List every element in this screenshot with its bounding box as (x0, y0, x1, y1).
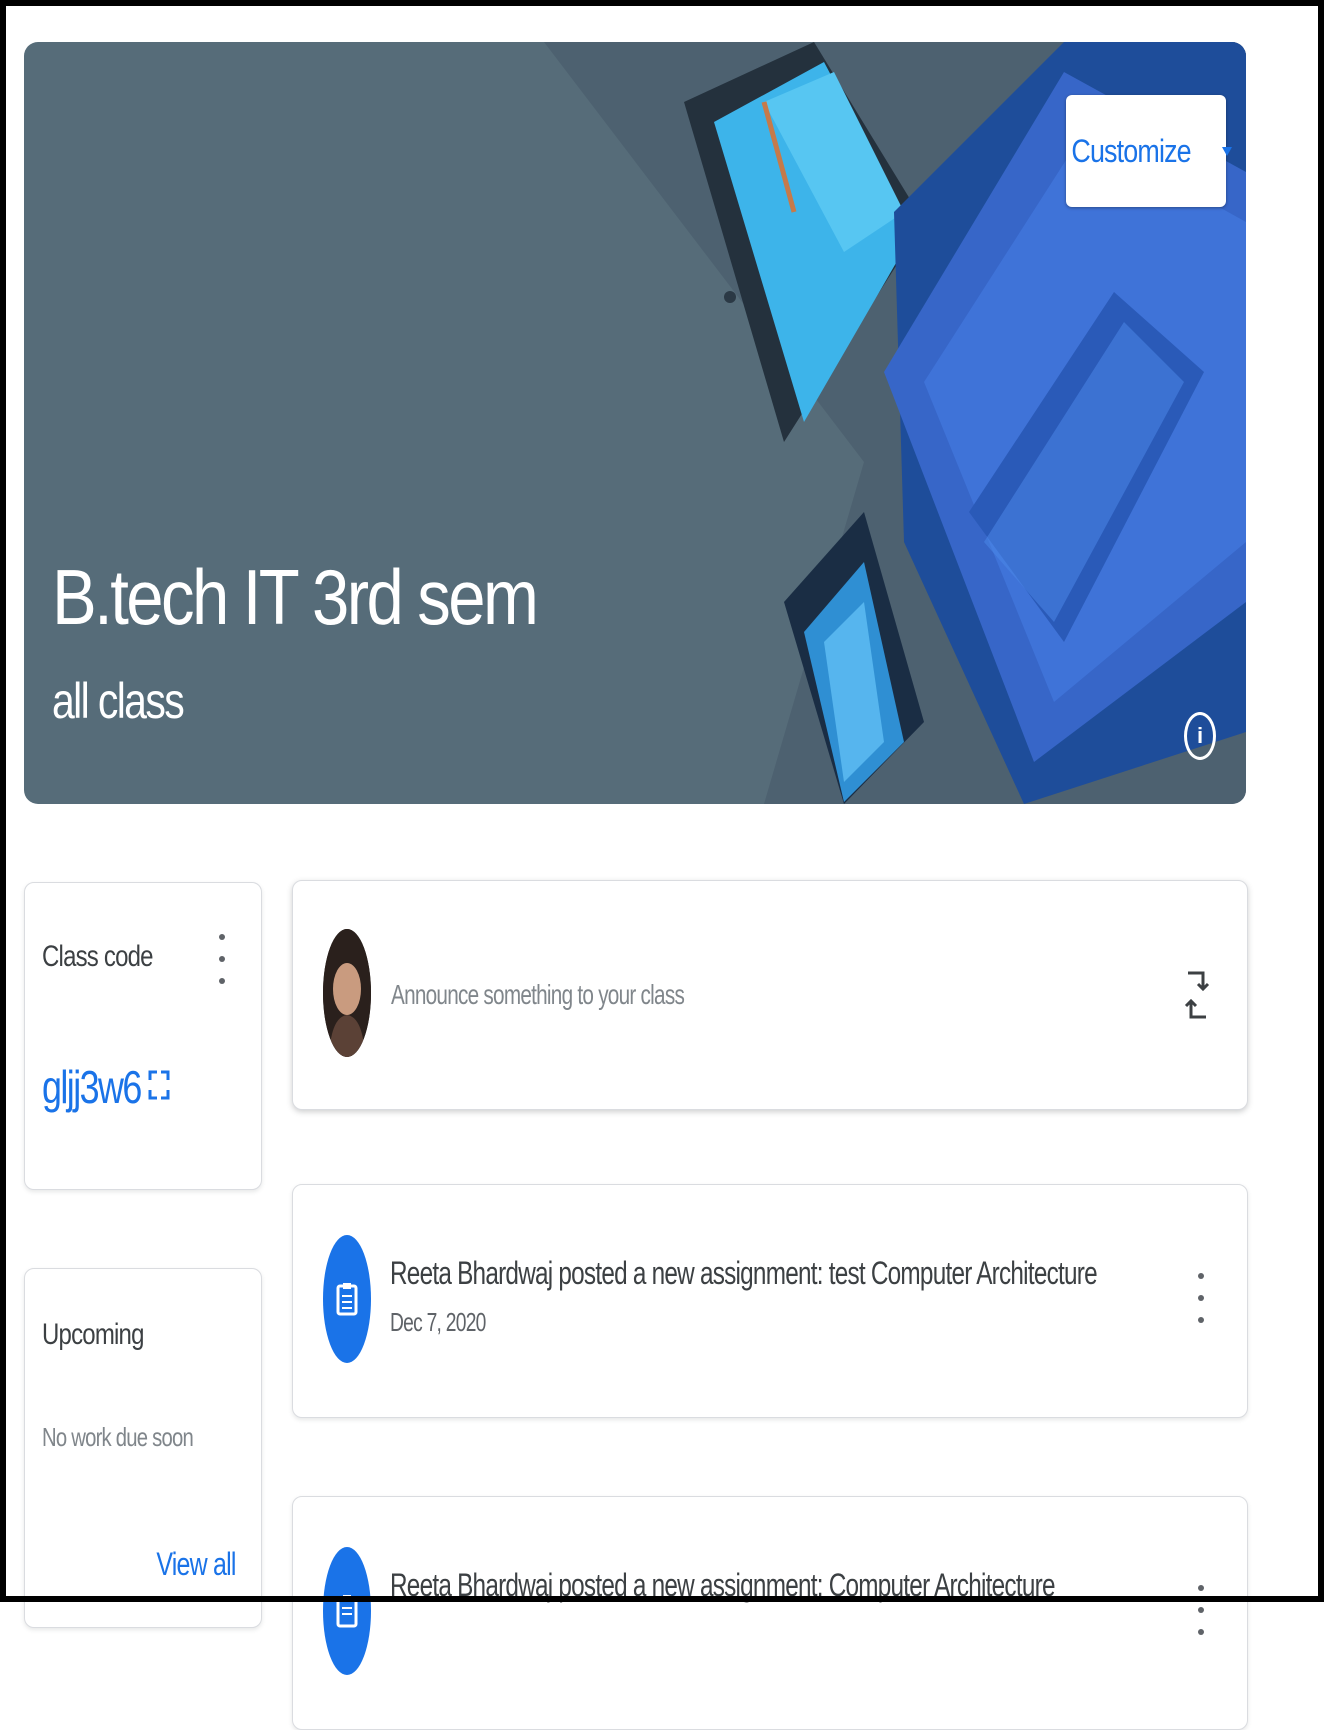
caret-down-icon (1222, 146, 1233, 156)
avatar (323, 929, 371, 1057)
view-all-link[interactable]: View all (157, 1546, 237, 1583)
customize-button[interactable]: Customize (1066, 95, 1233, 207)
stream-post[interactable]: Reeta Bhardwaj posted a new assignment: … (292, 1496, 1248, 1730)
upcoming-label: Upcoming (42, 1318, 144, 1351)
fullscreen-icon[interactable] (148, 1070, 170, 1100)
post-title[interactable]: Reeta Bhardwaj posted a new assignment: … (390, 1255, 1098, 1292)
banner-illustration (544, 42, 1246, 804)
class-code-value: gljj3w6 (42, 1061, 142, 1113)
customize-label: Customize (1071, 132, 1191, 169)
post-title[interactable]: Reeta Bhardwaj posted a new assignment: … (390, 1567, 1055, 1604)
post-date: Dec 7, 2020 (390, 1307, 486, 1337)
stream-post[interactable]: Reeta Bhardwaj posted a new assignment: … (292, 1184, 1248, 1418)
info-icon[interactable]: i (1184, 712, 1216, 760)
assignment-icon (323, 1235, 371, 1363)
more-vert-icon[interactable] (212, 934, 232, 984)
class-title: B.tech IT 3rd sem (52, 553, 539, 641)
class-code-card (24, 882, 262, 1190)
announce-placeholder: Announce something to your class (391, 979, 685, 1010)
class-banner: B.tech IT 3rd sem all class Customize i (24, 42, 1246, 804)
more-vert-icon[interactable] (1191, 1585, 1211, 1635)
announce-box[interactable]: Announce something to your class (292, 880, 1248, 1110)
class-section: all class (52, 673, 185, 729)
class-code-label: Class code (42, 940, 154, 973)
more-vert-icon[interactable] (1191, 1273, 1211, 1323)
repost-icon[interactable] (1183, 967, 1211, 1023)
upcoming-empty-text: No work due soon (42, 1422, 194, 1452)
assignment-icon (323, 1547, 371, 1675)
